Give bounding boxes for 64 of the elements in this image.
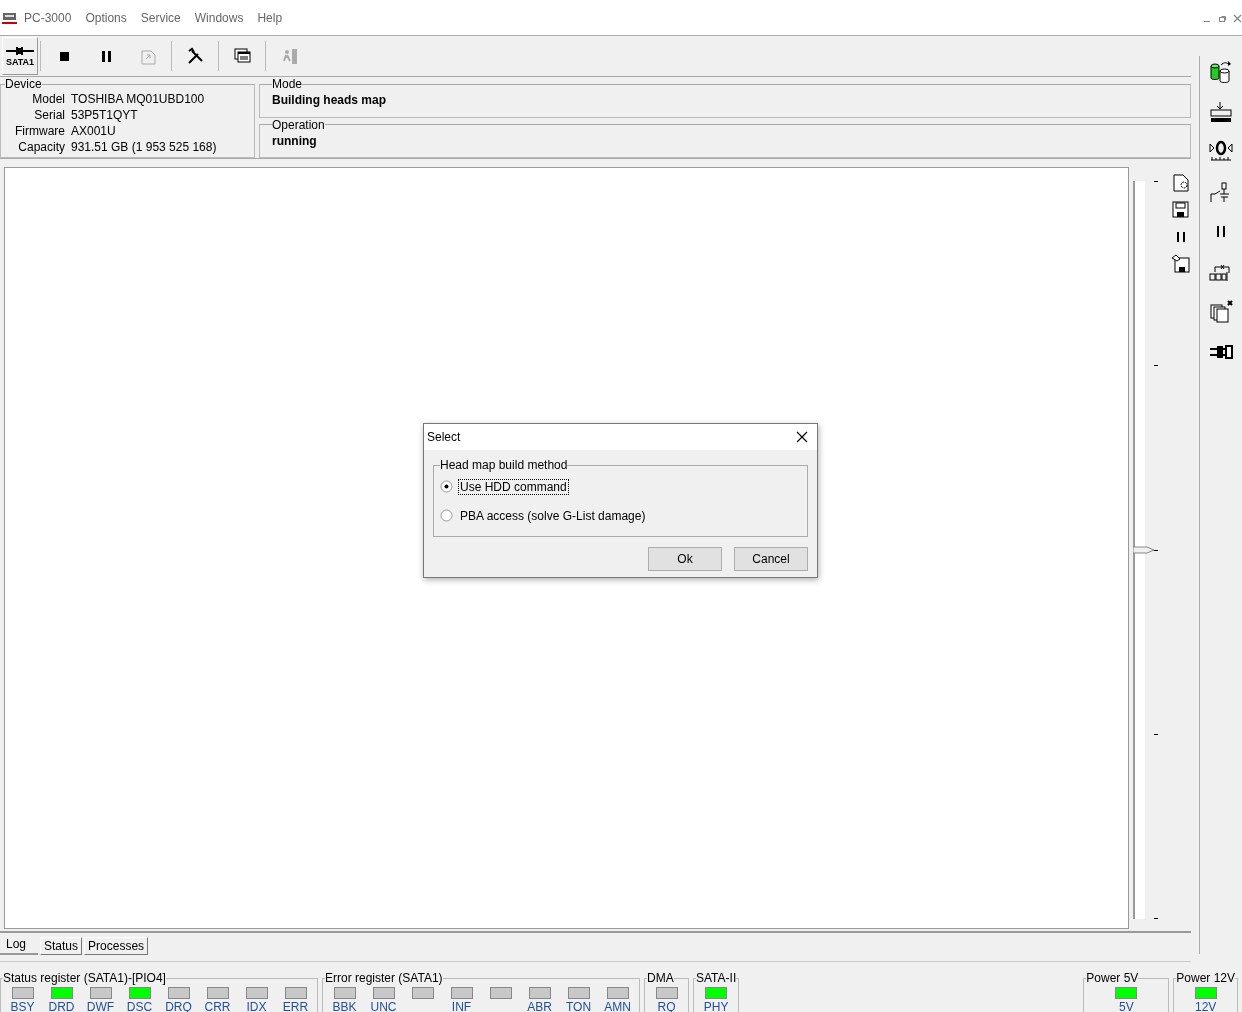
panel-title: SATA-II — [696, 971, 737, 985]
menu-item[interactable]: Help — [257, 10, 283, 25]
save-icon[interactable] — [1171, 200, 1192, 220]
indicator-label: 5V — [1118, 999, 1134, 1012]
sata-port-button[interactable]: SATA1 — [2, 37, 38, 75]
reset-counter-icon[interactable] — [1209, 100, 1233, 124]
tab[interactable]: Status — [40, 937, 83, 955]
indicator-label: PHY — [703, 999, 729, 1012]
panel-title: Mode — [272, 77, 303, 91]
panel-title: Operation — [272, 117, 325, 132]
radio-button[interactable] — [440, 509, 453, 522]
close-icon[interactable] — [796, 431, 808, 443]
radio-button[interactable] — [440, 480, 453, 493]
app-title: PC-3000 — [24, 10, 72, 25]
field-label: Capacity — [17, 139, 65, 155]
panel-title: Status register (SATA1)-[PIO4] — [3, 971, 166, 985]
indicator-label: BBK — [332, 999, 357, 1012]
field-label: Serial — [33, 107, 65, 123]
indicator-label: 12V — [1194, 999, 1217, 1012]
indicator-label: DRD — [48, 999, 75, 1012]
panel-title: Device — [5, 77, 42, 91]
database-copy-icon[interactable] — [1209, 60, 1233, 84]
indicator-label: AMN — [604, 999, 631, 1012]
menu-item[interactable]: Options — [85, 10, 127, 25]
panel-title: Power 12V — [1176, 971, 1235, 985]
connector-icon — [5, 45, 35, 57]
mode-value: Building heads map — [272, 92, 387, 109]
indicator-label: ABR — [527, 999, 552, 1012]
field-label: Model — [31, 91, 65, 107]
tab[interactable]: Processes — [84, 937, 149, 955]
field-value: 931.51 GB (1 953 525 168) — [71, 139, 218, 155]
indicator-label: DWF — [86, 999, 115, 1012]
operation-status: running — [272, 132, 318, 150]
copy-pages-icon[interactable] — [1209, 300, 1233, 324]
field-value: 53P5T1QYT — [71, 107, 139, 123]
indicator-label: UNC — [370, 999, 397, 1012]
option-label[interactable]: PBA access (solve G-List damage) — [458, 507, 648, 524]
ok-button[interactable]: Ok — [648, 547, 722, 571]
group-title: Head map build method — [440, 458, 568, 472]
cancel-button[interactable]: Cancel — [734, 547, 808, 571]
indicator-label: CRR — [204, 999, 231, 1012]
indicator-label: DSC — [126, 999, 153, 1012]
document-gear-icon[interactable] — [1171, 173, 1192, 193]
option-label[interactable]: Use HDD command — [458, 478, 569, 495]
indicator-label: ERR — [282, 999, 309, 1012]
indicator-label: BSY — [10, 999, 35, 1012]
menu-item[interactable]: Windows — [194, 10, 244, 25]
menu-item[interactable]: Service — [140, 10, 181, 25]
panel-title: Error register (SATA1) — [325, 971, 443, 985]
panel-title: DMA — [647, 971, 674, 985]
restore-icon[interactable] — [1218, 14, 1227, 23]
field-label: Firmware — [14, 123, 65, 139]
indicator-label: TON — [565, 999, 592, 1012]
app-icon — [2, 10, 18, 25]
indicator-label: IDX — [246, 999, 267, 1012]
windows-icon — [232, 46, 252, 66]
indicator-label: INF — [451, 999, 472, 1012]
panel-title: Power 5V — [1086, 971, 1139, 985]
zero-ruler-icon[interactable] — [1209, 140, 1233, 164]
field-value: AX001U — [71, 123, 117, 139]
save-as-icon[interactable] — [1171, 254, 1192, 274]
dialog-title: Select — [427, 430, 461, 444]
field-value: TOSHIBA MQ01UBD100 — [71, 91, 206, 107]
slider-thumb[interactable] — [1133, 546, 1156, 554]
